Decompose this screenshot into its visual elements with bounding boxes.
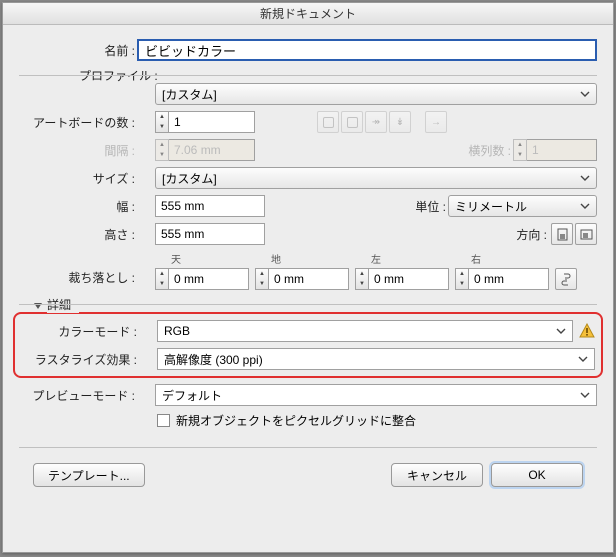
profile-dropdown[interactable]: [カスタム] [155, 83, 597, 105]
template-button[interactable]: テンプレート... [33, 463, 145, 487]
bleed-top-field[interactable]: 0 mm [169, 268, 249, 290]
size-label: サイズ : [19, 170, 137, 187]
bleed-left-header: 左 [355, 251, 449, 266]
colormode-dropdown[interactable]: RGB [157, 320, 573, 342]
artboards-label: アートボードの数 : [19, 114, 137, 131]
preview-dropdown[interactable]: デフォルト [155, 384, 597, 406]
bleed-bottom-stepper[interactable]: ▲▼ [255, 268, 269, 290]
warning-icon [579, 323, 595, 339]
cols-field: 1 [527, 139, 597, 161]
bleed-top-stepper[interactable]: ▲▼ [155, 268, 169, 290]
width-label: 幅 : [19, 198, 137, 215]
highlight-box: カラーモード : RGB ラスタライズ効果 : 高解像度 (300 ppi) [13, 312, 603, 378]
colormode-label: カラーモード : [21, 323, 139, 340]
bleed-label: 裁ち落とし : [19, 269, 137, 290]
width-field[interactable]: 555 mm [155, 195, 265, 217]
bleed-link-icon[interactable] [555, 268, 577, 290]
spacing-stepper: ▲▼ [155, 139, 169, 161]
bleed-bottom-field[interactable]: 0 mm [269, 268, 349, 290]
orient-label: 方向 : [501, 226, 549, 243]
bleed-bottom-header: 地 [255, 251, 349, 266]
chevron-down-icon [578, 388, 592, 402]
chevron-down-icon [578, 87, 592, 101]
preview-label: プレビューモード : [19, 387, 137, 404]
chevron-down-icon [576, 352, 590, 366]
arrange-col-icon: ↡ [389, 111, 411, 133]
raster-dropdown[interactable]: 高解像度 (300 ppi) [157, 348, 595, 370]
arrange-row-icon: ↠ [365, 111, 387, 133]
bleed-right-stepper[interactable]: ▲▼ [455, 268, 469, 290]
chevron-down-icon [554, 324, 568, 338]
bleed-left-stepper[interactable]: ▲▼ [355, 268, 369, 290]
new-document-dialog: 新規ドキュメント 名前 : プロファイル : [カスタム] アートボードの数 :… [2, 2, 614, 553]
chevron-down-icon [578, 199, 592, 213]
cancel-button[interactable]: キャンセル [391, 463, 483, 487]
dialog-title: 新規ドキュメント [3, 3, 613, 25]
disclosure-triangle-icon[interactable] [33, 298, 43, 308]
height-field[interactable]: 555 mm [155, 223, 265, 245]
artboards-stepper[interactable]: ▲▼ [155, 111, 169, 133]
orientation-portrait-icon[interactable] [551, 223, 573, 245]
unit-dropdown[interactable]: ミリメートル [448, 195, 597, 217]
name-label: 名前 : [19, 42, 137, 59]
arrange-grid-col-icon [341, 111, 363, 133]
bleed-right-field[interactable]: 0 mm [469, 268, 549, 290]
raster-label: ラスタライズ効果 : [21, 351, 139, 368]
arrange-rtl-icon: → [425, 111, 447, 133]
pixelgrid-label: 新規オブジェクトをピクセルグリッドに整合 [176, 412, 416, 429]
spacing-field: 7.06 mm [169, 139, 255, 161]
orientation-landscape-icon[interactable] [575, 223, 597, 245]
spacing-label: 間隔 : [19, 142, 137, 159]
ok-button[interactable]: OK [491, 463, 583, 487]
bleed-right-header: 右 [455, 251, 549, 266]
artboards-field[interactable]: 1 [169, 111, 255, 133]
cols-label: 横列数 : [453, 142, 513, 159]
pixelgrid-checkbox[interactable] [157, 414, 170, 427]
unit-label: 単位 : [400, 198, 448, 215]
arrange-grid-row-icon [317, 111, 339, 133]
bleed-top-header: 天 [155, 251, 249, 266]
bleed-left-field[interactable]: 0 mm [369, 268, 449, 290]
cols-stepper: ▲▼ [513, 139, 527, 161]
size-dropdown[interactable]: [カスタム] [155, 167, 597, 189]
name-input[interactable] [137, 39, 597, 61]
height-label: 高さ : [19, 226, 137, 243]
chevron-down-icon [578, 171, 592, 185]
